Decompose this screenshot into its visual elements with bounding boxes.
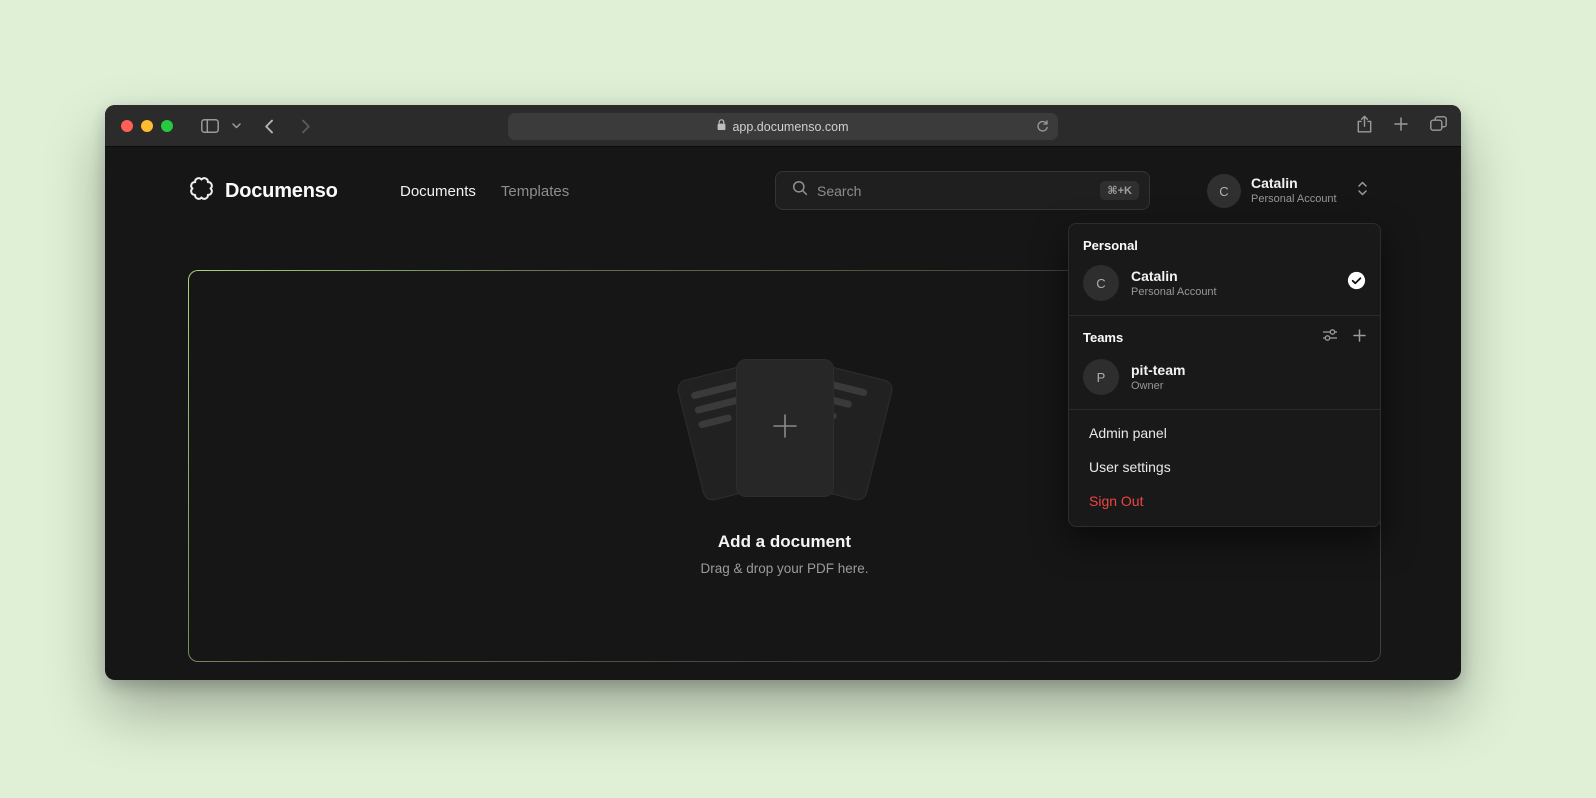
menu-team-info: pit-team Owner (1131, 361, 1366, 393)
search-input[interactable]: Search ⌘+K (775, 171, 1150, 210)
menu-item-admin-panel[interactable]: Admin panel (1069, 416, 1380, 450)
chevron-down-icon[interactable] (229, 105, 243, 147)
url-text: app.documenso.com (732, 120, 848, 134)
menu-section-personal: Personal (1069, 230, 1380, 257)
avatar: C (1083, 265, 1119, 301)
menu-personal-info: Catalin Personal Account (1131, 267, 1335, 299)
brand[interactable]: Documenso (188, 171, 338, 211)
documents-illustration (660, 356, 910, 506)
brand-name: Documenso (225, 180, 338, 203)
menu-team-item[interactable]: P pit-team Owner (1069, 351, 1380, 403)
main-nav: Documents Templates (400, 171, 569, 211)
menu-personal-name: Catalin (1131, 267, 1335, 285)
search-placeholder: Search (817, 183, 1091, 199)
desktop-background: app.documenso.com (0, 0, 1596, 798)
plus-icon (769, 410, 801, 447)
menu-personal-account-item[interactable]: C Catalin Personal Account (1069, 257, 1380, 309)
back-button[interactable] (258, 105, 280, 147)
tab-overview-icon[interactable] (1430, 116, 1447, 136)
minimize-window-button[interactable] (141, 120, 153, 132)
titlebar-right-actions (1357, 105, 1447, 147)
zoom-window-button[interactable] (161, 120, 173, 132)
documenso-logo-icon (188, 175, 215, 207)
nav-documents[interactable]: Documents (400, 183, 476, 200)
close-window-button[interactable] (121, 120, 133, 132)
menu-divider (1069, 315, 1380, 316)
address-bar[interactable]: app.documenso.com (508, 113, 1058, 140)
search-icon (792, 180, 808, 201)
selected-check-icon (1347, 271, 1366, 295)
menu-item-user-settings[interactable]: User settings (1069, 450, 1380, 484)
browser-titlebar: app.documenso.com (105, 105, 1461, 147)
illustration-card-center (737, 360, 833, 496)
menu-team-name: pit-team (1131, 361, 1366, 379)
menu-personal-subtitle: Personal Account (1131, 285, 1335, 299)
teams-actions (1322, 328, 1366, 347)
avatar: C (1207, 174, 1241, 208)
account-subtitle: Personal Account (1251, 193, 1347, 207)
lock-icon (717, 119, 726, 134)
account-name: Catalin (1251, 175, 1347, 193)
sidebar-toggle-icon[interactable] (198, 105, 222, 147)
menu-team-role: Owner (1131, 379, 1366, 393)
dropzone-title: Add a document (718, 532, 851, 552)
browser-window: app.documenso.com (105, 105, 1461, 680)
traffic-lights (121, 120, 173, 132)
account-dropdown-menu: Personal C Catalin Personal Account Team… (1068, 223, 1381, 527)
menu-divider (1069, 409, 1380, 410)
share-icon[interactable] (1357, 115, 1372, 138)
avatar: P (1083, 359, 1119, 395)
nav-templates[interactable]: Templates (501, 183, 569, 200)
reload-icon[interactable] (1036, 120, 1049, 136)
create-team-icon[interactable] (1353, 329, 1366, 347)
dropzone-subtitle: Drag & drop your PDF here. (700, 561, 868, 576)
search-shortcut-badge: ⌘+K (1100, 181, 1139, 200)
account-menu-trigger[interactable]: C Catalin Personal Account (1207, 171, 1368, 211)
manage-teams-icon[interactable] (1322, 328, 1338, 347)
menu-section-teams: Teams (1069, 322, 1380, 351)
account-info: Catalin Personal Account (1251, 175, 1347, 206)
new-tab-icon[interactable] (1394, 117, 1408, 136)
forward-button[interactable] (295, 105, 317, 147)
menu-item-sign-out[interactable]: Sign Out (1069, 484, 1380, 518)
teams-label: Teams (1083, 330, 1322, 345)
chevron-up-down-icon (1357, 180, 1368, 202)
